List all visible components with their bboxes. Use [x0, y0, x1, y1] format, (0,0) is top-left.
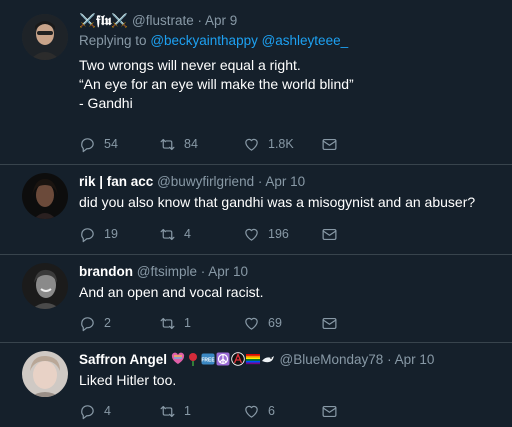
direct-message-button[interactable]	[321, 314, 338, 332]
avatar[interactable]	[22, 351, 68, 397]
svg-text:FREE: FREE	[201, 358, 215, 364]
retweet-count: 84	[184, 137, 198, 151]
avatar-photo	[22, 351, 68, 397]
user-handle[interactable]: @flustrate	[132, 13, 194, 28]
display-name[interactable]: ⚔️𝖋𝖑𝖚⚔️	[79, 13, 128, 28]
like-button[interactable]: 196	[243, 225, 289, 243]
tweet[interactable]: rik | fan acc @buwyfirlgriend · Apr 10 d…	[0, 165, 512, 255]
tweet[interactable]: Saffron Angel FREE @BlueMonday78 · Apr 1…	[0, 343, 512, 427]
retweet-button[interactable]: 4	[159, 225, 191, 243]
reply-button[interactable]: 19	[79, 225, 118, 243]
tweet-header: rik | fan acc @buwyfirlgriend · Apr 10	[79, 173, 502, 191]
display-name[interactable]: rik | fan acc	[79, 174, 153, 189]
retweet-count: 4	[184, 227, 191, 241]
like-count: 69	[268, 316, 282, 330]
user-handle[interactable]: @buwyfirlgriend	[157, 174, 254, 189]
heart-icon	[245, 405, 258, 418]
tweet-date[interactable]: Apr 9	[205, 13, 237, 28]
retweet-button[interactable]: 1	[159, 402, 191, 420]
user-handle[interactable]: @BlueMonday78	[280, 352, 384, 367]
reply-icon	[81, 404, 94, 419]
reply-count: 54	[104, 137, 118, 151]
envelope-icon	[322, 228, 337, 240]
avatar[interactable]	[22, 263, 68, 309]
like-button[interactable]: 1.8K	[243, 135, 294, 153]
retweet-icon	[160, 228, 175, 240]
reply-button[interactable]: 2	[79, 314, 111, 332]
like-count: 6	[268, 404, 275, 418]
reply-count: 19	[104, 227, 118, 241]
reply-icon	[81, 316, 94, 331]
peace-emoji	[216, 352, 230, 366]
reply-icon	[81, 227, 94, 242]
tweet-header: brandon @ftsimple · Apr 10	[79, 263, 502, 281]
direct-message-button[interactable]	[321, 402, 338, 420]
tweet-text: Two wrongs will never equal a right. “An…	[79, 57, 354, 111]
tweet-thread: ⚔️𝖋𝖑𝖚⚔️ @flustrate · Apr 9 Replying to @…	[0, 0, 512, 427]
reply-icon	[81, 137, 94, 152]
tweet[interactable]: ⚔️𝖋𝖑𝖚⚔️ @flustrate · Apr 9 Replying to @…	[0, 0, 512, 165]
tweet-header: ⚔️𝖋𝖑𝖚⚔️ @flustrate · Apr 9	[79, 12, 502, 30]
tweet-date[interactable]: Apr 10	[265, 174, 305, 189]
name-emojis: FREE	[171, 352, 280, 367]
heart-icon	[245, 228, 258, 241]
heart-icon	[245, 138, 258, 151]
tweet-header: Saffron Angel FREE @BlueMonday78 · Apr 1…	[79, 351, 502, 369]
retweet-button[interactable]: 1	[159, 314, 191, 332]
heart-icon	[245, 317, 258, 330]
rose-emoji	[188, 353, 197, 366]
anarchy-emoji	[231, 352, 245, 366]
heart-emoji	[171, 352, 184, 364]
like-button[interactable]: 69	[243, 314, 282, 332]
display-name[interactable]: brandon	[79, 264, 133, 279]
tweet-date[interactable]: Apr 10	[208, 264, 248, 279]
reply-to-label: Replying to	[79, 33, 147, 48]
separator: ·	[200, 264, 206, 279]
user-handle[interactable]: @ftsimple	[137, 264, 197, 279]
retweet-icon	[160, 405, 175, 417]
tweet-date[interactable]: Apr 10	[395, 352, 435, 367]
envelope-icon	[322, 405, 337, 417]
bird-emoji	[261, 356, 274, 363]
retweet-icon	[160, 138, 175, 150]
reply-count: 4	[104, 404, 111, 418]
tweet[interactable]: brandon @ftsimple · Apr 10 And an open a…	[0, 255, 512, 343]
direct-message-button[interactable]	[321, 135, 338, 153]
rainbow-flag-emoji	[245, 354, 260, 365]
reply-count: 2	[104, 316, 111, 330]
tweet-text: Liked Hitler too.	[79, 372, 177, 388]
like-button[interactable]: 6	[243, 402, 275, 420]
free-emoji: FREE	[201, 353, 215, 365]
envelope-icon	[322, 317, 337, 329]
tweet-text: And an open and vocal racist.	[79, 284, 264, 300]
avatar-photo	[22, 173, 68, 219]
direct-message-button[interactable]	[321, 225, 338, 243]
separator: ·	[197, 13, 203, 28]
retweet-count: 1	[184, 404, 191, 418]
like-count: 196	[268, 227, 289, 241]
avatar[interactable]	[22, 173, 68, 219]
like-count: 1.8K	[268, 137, 294, 151]
reply-context: Replying to @beckyainthappy @ashleyteee_	[79, 32, 502, 50]
tweet-text: did you also know that gandhi was a miso…	[79, 194, 476, 210]
separator: ·	[387, 352, 392, 367]
reply-button[interactable]: 54	[79, 135, 118, 153]
retweet-count: 1	[184, 316, 191, 330]
avatar-photo	[22, 263, 68, 309]
avatar-photo	[22, 14, 68, 60]
envelope-icon	[322, 138, 337, 150]
display-name[interactable]: Saffron Angel	[79, 352, 167, 367]
separator: ·	[257, 174, 263, 189]
avatar[interactable]	[22, 14, 68, 60]
reply-to-mentions[interactable]: @beckyainthappy @ashleyteee_	[150, 33, 348, 48]
reply-button[interactable]: 4	[79, 402, 111, 420]
retweet-button[interactable]: 84	[159, 135, 198, 153]
retweet-icon	[160, 317, 175, 329]
